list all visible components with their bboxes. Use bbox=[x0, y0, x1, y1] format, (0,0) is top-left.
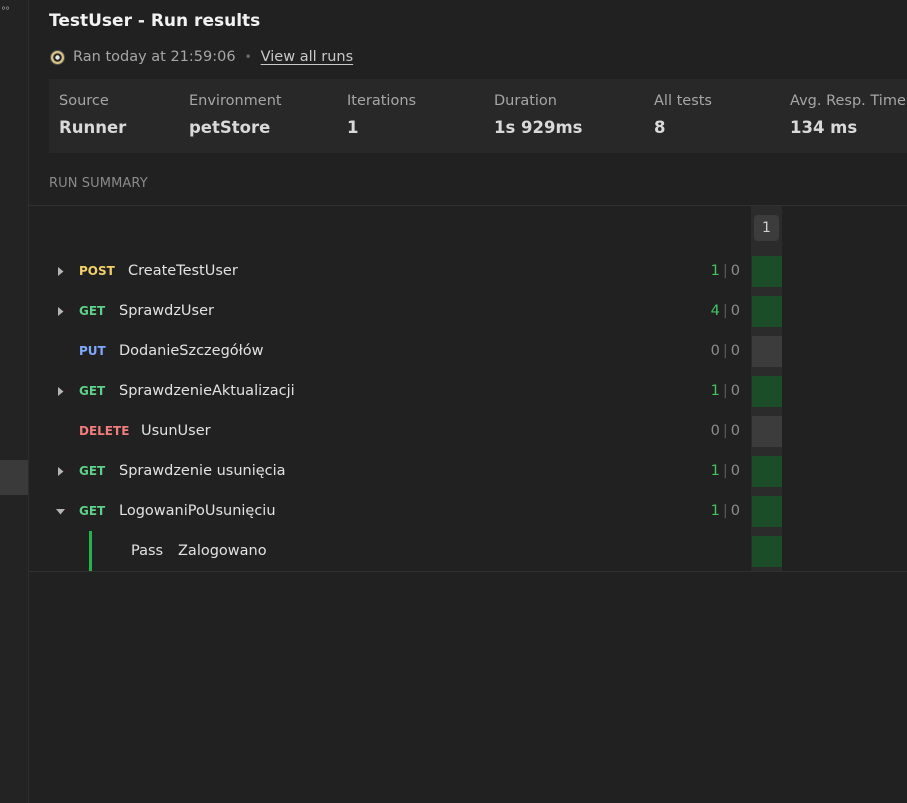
failed-count: 0 bbox=[730, 263, 740, 279]
request-row[interactable]: GET LogowaniPoUsunięciu 1 | 0 bbox=[29, 493, 751, 529]
divider bbox=[29, 571, 907, 572]
request-counts: 4 | 0 bbox=[711, 293, 740, 329]
count-separator: | bbox=[722, 423, 728, 439]
request-method: GET bbox=[79, 384, 106, 398]
sidebar-selected-item[interactable] bbox=[0, 460, 28, 495]
stat-label: Avg. Resp. Time bbox=[790, 93, 906, 109]
stat-label: Iterations bbox=[347, 93, 417, 109]
stat-value: Runner bbox=[59, 118, 127, 137]
passed-count: 0 bbox=[710, 343, 720, 359]
stat-environment: Environment petStore bbox=[189, 93, 282, 137]
request-row[interactable]: GET Sprawdzenie usunięcia 1 | 0 bbox=[29, 453, 751, 489]
ran-time-text: Ran today at 21:59:06 bbox=[73, 49, 236, 65]
request-method: GET bbox=[79, 464, 106, 478]
failed-count: 0 bbox=[730, 423, 740, 439]
request-counts: 1 | 0 bbox=[711, 373, 740, 409]
request-counts: 0 | 0 bbox=[711, 333, 740, 369]
stat-label: Source bbox=[59, 93, 109, 109]
request-name[interactable]: SprawdzUser bbox=[119, 293, 214, 329]
caret-right-icon[interactable] bbox=[54, 465, 66, 477]
request-name[interactable]: LogowaniPoUsunięciu bbox=[119, 493, 276, 529]
iteration-result-cell[interactable] bbox=[752, 376, 782, 407]
stat-value: 1s 929ms bbox=[494, 118, 583, 137]
failed-count: 0 bbox=[730, 503, 740, 519]
stat-value: 134 ms bbox=[790, 118, 858, 137]
request-name[interactable]: DodanieSzczegółów bbox=[119, 333, 264, 369]
meta-separator: • bbox=[244, 50, 252, 64]
stat-iterations: Iterations 1 bbox=[347, 93, 416, 137]
request-name[interactable]: CreateTestUser bbox=[128, 253, 238, 289]
request-method: PUT bbox=[79, 344, 106, 358]
iteration-result-cell[interactable] bbox=[752, 296, 782, 327]
iteration-result-cell[interactable] bbox=[752, 416, 782, 447]
run-stats-panel: Source Runner Environment petStore Itera… bbox=[49, 79, 907, 153]
stat-value: 1 bbox=[347, 118, 359, 137]
request-name[interactable]: Sprawdzenie usunięcia bbox=[119, 453, 286, 489]
passed-count: 1 bbox=[710, 503, 720, 519]
failed-count: 0 bbox=[730, 343, 740, 359]
run-meta: Ran today at 21:59:06 • View all runs bbox=[49, 46, 353, 68]
request-counts: 1 | 0 bbox=[711, 493, 740, 529]
test-result-pass-bar bbox=[89, 531, 92, 571]
stat-label: Duration bbox=[494, 93, 557, 109]
iteration-result-cell[interactable] bbox=[752, 496, 782, 527]
caret-right-icon[interactable] bbox=[54, 265, 66, 277]
test-name: Zalogowano bbox=[178, 543, 267, 559]
request-method: GET bbox=[79, 304, 106, 318]
stat-all-tests: All tests 8 bbox=[654, 93, 712, 137]
failed-count: 0 bbox=[730, 303, 740, 319]
count-separator: | bbox=[722, 503, 728, 519]
request-row[interactable]: PUT DodanieSzczegółów 0 | 0 bbox=[29, 333, 751, 369]
run-summary-heading: RUN SUMMARY bbox=[49, 176, 148, 191]
iteration-result-cell[interactable] bbox=[752, 456, 782, 487]
request-row[interactable]: GET SprawdzenieAktualizacji 1 | 0 bbox=[29, 373, 751, 409]
request-method: GET bbox=[79, 504, 106, 518]
stat-value: 8 bbox=[654, 118, 666, 137]
request-method: POST bbox=[79, 264, 115, 278]
request-row[interactable]: DELETE UsunUser 0 | 0 bbox=[29, 413, 751, 449]
runner-gear-icon bbox=[49, 49, 66, 66]
count-separator: | bbox=[722, 303, 728, 319]
page-title: TestUser - Run results bbox=[49, 11, 261, 31]
request-row[interactable]: POST CreateTestUser 1 | 0 bbox=[29, 253, 751, 289]
iteration-badge[interactable]: 1 bbox=[754, 215, 779, 241]
stat-avg-response-time: Avg. Resp. Time 134 ms bbox=[790, 93, 906, 137]
count-separator: | bbox=[722, 263, 728, 279]
stat-value: petStore bbox=[189, 118, 271, 137]
iteration-result-cell[interactable] bbox=[752, 256, 782, 287]
passed-count: 4 bbox=[710, 303, 720, 319]
test-status: Pass bbox=[131, 543, 164, 559]
request-counts: 1 | 0 bbox=[711, 253, 740, 289]
iteration-result-cell[interactable] bbox=[752, 536, 782, 567]
count-separator: | bbox=[722, 463, 728, 479]
caret-right-icon[interactable] bbox=[54, 385, 66, 397]
passed-count: 1 bbox=[710, 463, 720, 479]
left-sidebar-rail: °° bbox=[0, 0, 29, 803]
request-counts: 1 | 0 bbox=[711, 453, 740, 489]
request-method: DELETE bbox=[79, 424, 130, 438]
passed-count: 1 bbox=[710, 383, 720, 399]
more-dots-icon[interactable]: °° bbox=[1, 6, 10, 17]
caret-right-icon[interactable] bbox=[54, 305, 66, 317]
stat-label: Environment bbox=[189, 93, 282, 109]
view-all-runs-link[interactable]: View all runs bbox=[261, 49, 353, 65]
request-name[interactable]: UsunUser bbox=[141, 413, 211, 449]
passed-count: 1 bbox=[710, 263, 720, 279]
count-separator: | bbox=[722, 343, 728, 359]
stat-duration: Duration 1s 929ms bbox=[494, 93, 583, 137]
stat-label: All tests bbox=[654, 93, 712, 109]
count-separator: | bbox=[722, 383, 728, 399]
stat-source: Source Runner bbox=[59, 93, 126, 137]
failed-count: 0 bbox=[730, 383, 740, 399]
caret-down-icon[interactable] bbox=[54, 505, 66, 517]
request-name[interactable]: SprawdzenieAktualizacji bbox=[119, 373, 295, 409]
request-row[interactable]: GET SprawdzUser 4 | 0 bbox=[29, 293, 751, 329]
request-counts: 0 | 0 bbox=[711, 413, 740, 449]
iteration-result-cell[interactable] bbox=[752, 336, 782, 367]
passed-count: 0 bbox=[710, 423, 720, 439]
failed-count: 0 bbox=[730, 463, 740, 479]
